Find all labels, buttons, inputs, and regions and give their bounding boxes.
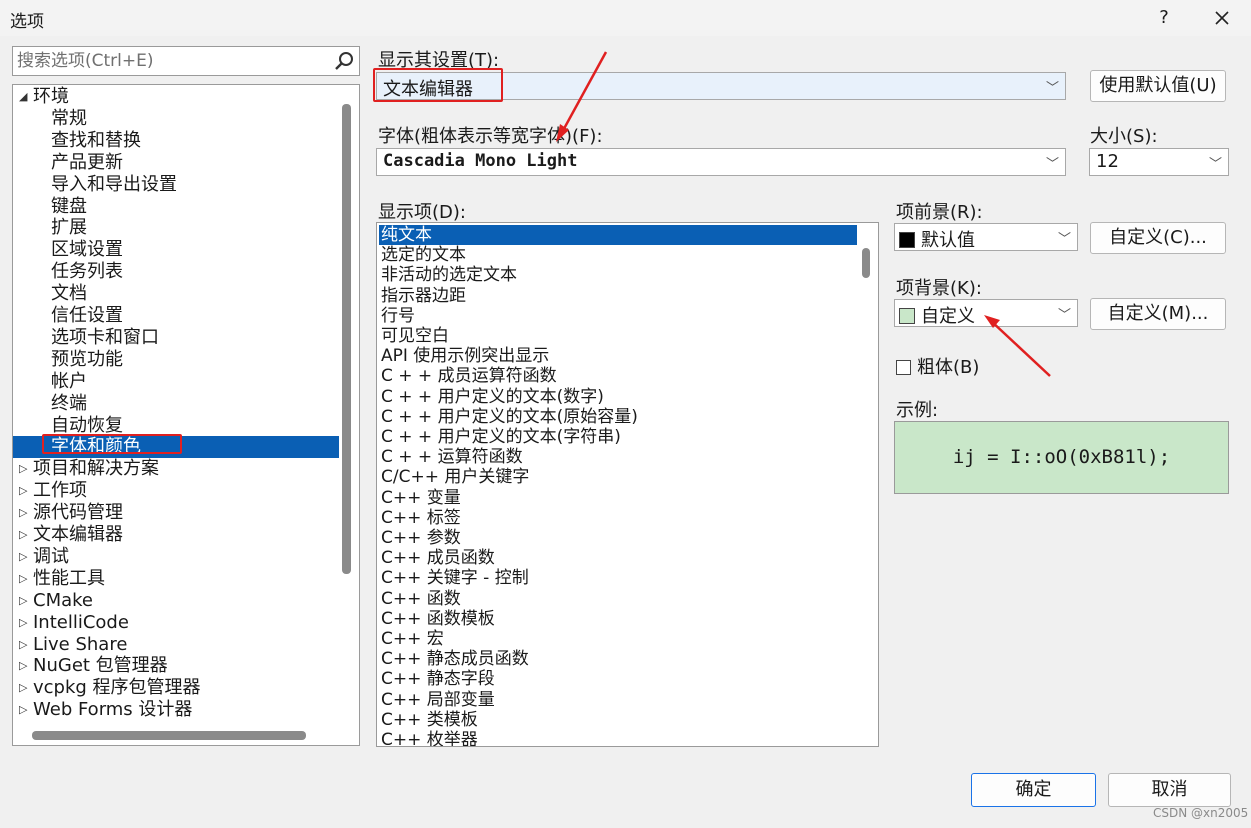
annotation-arrowhead-icon — [556, 124, 569, 142]
annotation-arrow-icon — [989, 319, 1051, 377]
cancel-button[interactable]: 取消 — [1108, 773, 1231, 807]
ok-button[interactable]: 确定 — [971, 773, 1096, 807]
watermark: CSDN @xn2005 — [1153, 806, 1249, 820]
annotation-arrow-icon — [558, 51, 608, 137]
annotation-arrows — [556, 51, 1051, 377]
